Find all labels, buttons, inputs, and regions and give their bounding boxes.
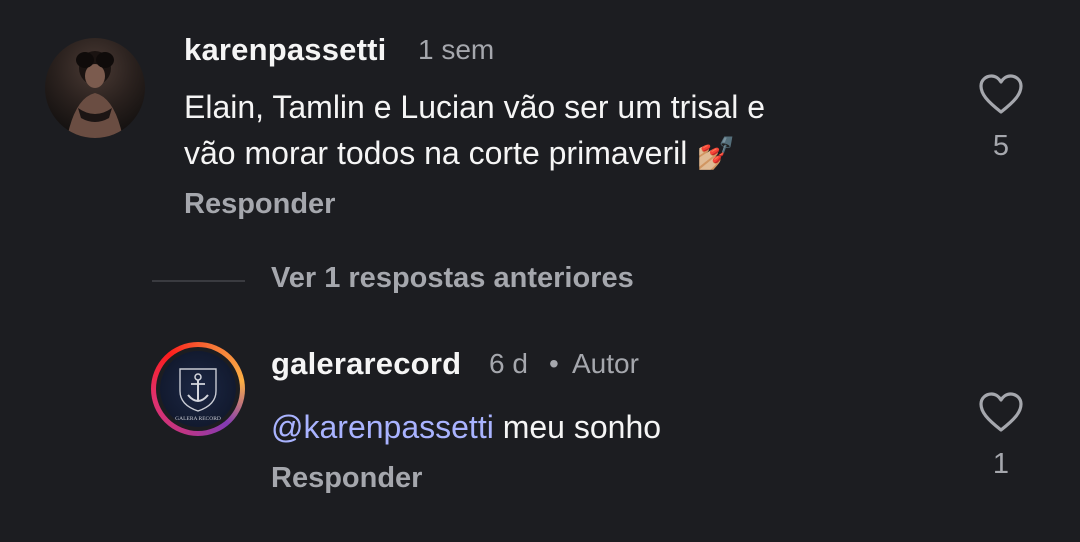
reply-text-body: meu sonho: [502, 409, 662, 445]
reply-timestamp: 6 d: [489, 348, 528, 379]
anchor-logo-icon: GALERA RECORD: [175, 368, 221, 422]
reply-text: @karenpassetti meu sonho: [271, 404, 661, 450]
avatar-photo: [67, 51, 123, 138]
author-badge: Autor: [572, 348, 639, 379]
reply-button[interactable]: Responder: [184, 188, 335, 221]
avatar-karenpassetti[interactable]: [45, 38, 145, 138]
meta-separator: •: [549, 348, 559, 379]
avatar-galerarecord[interactable]: GALERA RECORD: [151, 342, 245, 436]
comment-username[interactable]: karenpassetti: [184, 32, 386, 68]
reply-button[interactable]: Responder: [271, 462, 422, 495]
thread-divider: [152, 280, 245, 282]
avatar-brand-text: GALERA RECORD: [175, 416, 221, 422]
comment-timestamp: 1 sem: [418, 34, 495, 65]
heart-outline-icon[interactable]: [977, 390, 1025, 434]
like-count: 1: [992, 448, 1010, 480]
like-count: 5: [992, 130, 1010, 162]
comment-text-line1: Elain, Tamlin e Lucian vão ser um trisal…: [184, 89, 766, 125]
heart-outline-icon[interactable]: [977, 72, 1025, 116]
comment-text-line2-body: vão morar todos na corte primaveril: [184, 135, 688, 171]
view-previous-replies-button[interactable]: Ver 1 respostas anteriores: [271, 262, 634, 295]
nail-polish-emoji: 💅🏼: [696, 135, 737, 171]
reply-username[interactable]: galerarecord: [271, 346, 461, 382]
comment-text-line2: vão morar todos na corte primaveril 💅🏼: [184, 130, 736, 176]
mention-link[interactable]: @karenpassetti: [271, 409, 494, 445]
